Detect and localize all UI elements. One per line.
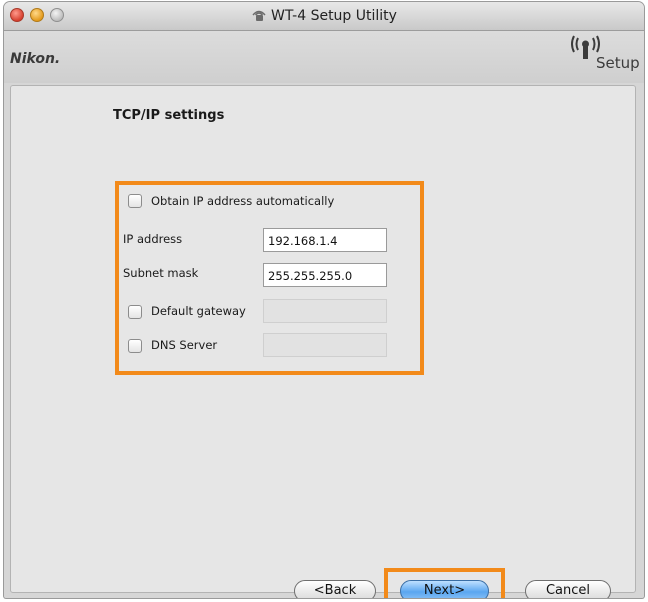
dns-server-field[interactable] (263, 333, 387, 357)
obtain-ip-auto-label: Obtain IP address automatically (151, 194, 335, 208)
dns-server-checkbox[interactable] (128, 339, 142, 353)
brand-bar: Nikon. Setup (4, 31, 644, 83)
content-panel: TCP/IP settings Obtain IP address automa… (10, 85, 636, 598)
default-gateway-label: Default gateway (151, 304, 246, 318)
ip-address-label: IP address (123, 232, 183, 246)
ip-address-field[interactable]: 192.168.1.4 (263, 228, 387, 252)
subnet-mask-label: Subnet mask (123, 266, 199, 280)
setup-logo-text: Setup (596, 54, 640, 72)
window-title: WT-4 Setup Utility (271, 8, 397, 24)
wireless-app-icon (252, 10, 266, 21)
subnet-mask-field[interactable]: 255.255.255.0 (263, 263, 387, 287)
setup-window: WT-4 Setup Utility Nikon. Setup TCP/IP s… (4, 2, 644, 598)
cancel-button[interactable]: Cancel (525, 580, 611, 598)
dns-server-label: DNS Server (151, 338, 218, 352)
default-gateway-checkbox[interactable] (128, 305, 142, 319)
setup-logo: Setup (566, 35, 640, 75)
title-bar: WT-4 Setup Utility (4, 2, 644, 31)
nikon-logo: Nikon. (10, 51, 61, 67)
default-gateway-field[interactable] (263, 299, 387, 323)
obtain-ip-auto-checkbox[interactable] (128, 194, 142, 208)
back-button[interactable]: <Back (294, 580, 376, 598)
window-title-wrap: WT-4 Setup Utility (4, 2, 644, 30)
next-button[interactable]: Next> (400, 580, 489, 598)
page-title: TCP/IP settings (113, 108, 225, 123)
